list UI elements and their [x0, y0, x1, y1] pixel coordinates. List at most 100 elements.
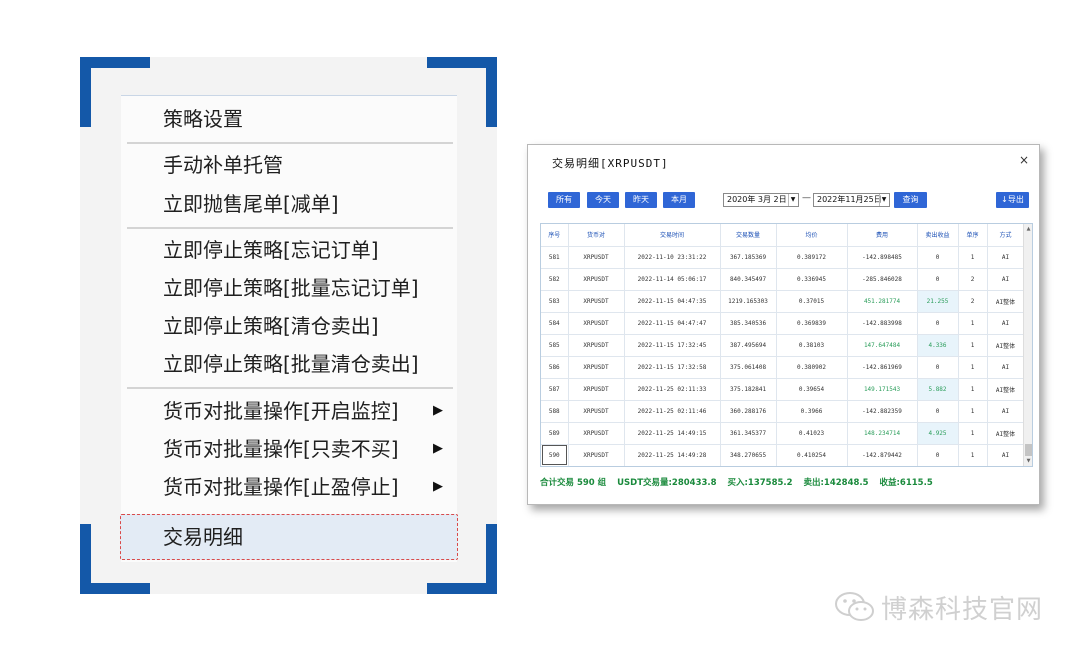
table-cell: 451.281774: [847, 290, 918, 313]
submenu-arrow-icon: ▶: [433, 403, 443, 418]
table-cell: 375.182841: [720, 378, 777, 401]
menu-separator: [127, 387, 453, 389]
table-cell: 360.288176: [720, 400, 777, 423]
menu-item-sell-tail[interactable]: 立即抛售尾单[减单]: [121, 186, 457, 222]
scroll-down-icon[interactable]: ▼: [1024, 458, 1032, 464]
date-to-value: 2022年11月25日: [817, 195, 882, 204]
table-cell: XRPUSDT: [568, 378, 625, 401]
table-cell: 0: [917, 312, 959, 335]
table-cell: -142.879442: [847, 444, 918, 466]
column-header[interactable]: 卖出收益: [917, 224, 959, 247]
table-cell: 1: [958, 356, 988, 379]
query-button[interactable]: 查询: [894, 192, 927, 208]
table-cell: XRPUSDT: [568, 334, 625, 357]
table-cell: 0.389172: [776, 246, 848, 269]
summary-volume: USDT交易量:280433.8: [617, 478, 717, 488]
scroll-thumb[interactable]: [1025, 444, 1032, 456]
menu-item-label: 策略设置: [163, 107, 243, 131]
menu-item-label: 货币对批量操作[只卖不买]: [163, 437, 399, 461]
table-cell: 2: [958, 268, 988, 291]
date-separator: —: [802, 193, 811, 203]
filter-today-button[interactable]: 今天: [587, 192, 619, 208]
table-cell: 375.061408: [720, 356, 777, 379]
menu-item-stop-batch-clear[interactable]: 立即停止策略[批量清仓卖出]: [121, 346, 457, 382]
close-icon[interactable]: ×: [1019, 153, 1029, 167]
filter-yesterday-button[interactable]: 昨天: [625, 192, 657, 208]
table-row[interactable]: 588 XRPUSDT 2022-11-25 02:11:46 360.288176 0…: [541, 400, 1025, 423]
table-cell: AI整体: [987, 422, 1025, 445]
chevron-down-icon: ▼: [879, 194, 888, 206]
table-cell: AI整体: [987, 334, 1025, 357]
table-cell: AI: [987, 400, 1025, 423]
export-button[interactable]: ↓导出: [996, 192, 1029, 208]
table-cell: XRPUSDT: [568, 444, 625, 466]
menu-item-label: 货币对批量操作[止盈停止]: [163, 475, 399, 499]
table-cell: 583: [541, 290, 569, 313]
column-header[interactable]: 单序: [958, 224, 988, 247]
table-cell: 589: [541, 422, 569, 445]
column-header[interactable]: 交易数量: [720, 224, 777, 247]
context-menu: 策略设置 手动补单托管 立即抛售尾单[减单] 立即停止策略[忘记订单] 立即停止…: [120, 95, 458, 562]
table-cell: 4.336: [917, 334, 959, 357]
menu-item-strategy-settings[interactable]: 策略设置: [121, 101, 457, 137]
menu-item-batch-monitor[interactable]: 货币对批量操作[开启监控] ▶: [121, 393, 457, 429]
table-row[interactable]: 584 XRPUSDT 2022-11-15 04:47:47 385.340536 0…: [541, 312, 1025, 335]
table-cell: 385.340536: [720, 312, 777, 335]
table-row[interactable]: 585 XRPUSDT 2022-11-15 17:32:45 387.495694 0…: [541, 334, 1025, 357]
table-cell: 2022-11-25 14:49:28: [624, 444, 721, 466]
column-header[interactable]: 方式: [987, 224, 1025, 247]
table-cell: 387.495694: [720, 334, 777, 357]
table-cell: 1: [958, 378, 988, 401]
menu-item-stop-batch-forget[interactable]: 立即停止策略[批量忘记订单]: [121, 270, 457, 306]
column-header[interactable]: 货币对: [568, 224, 625, 247]
table-cell: 0.39654: [776, 378, 848, 401]
filter-month-button[interactable]: 本月: [663, 192, 695, 208]
table-cell: 2022-11-25 14:49:15: [624, 422, 721, 445]
column-header[interactable]: 费用: [847, 224, 918, 247]
trade-details-dialog: 交易明细[XRPUSDT] × 所有 今天 昨天 本月 2020年 3月 2日 ▼…: [527, 144, 1040, 505]
scroll-up-icon[interactable]: ▲: [1024, 226, 1032, 232]
table-cell: XRPUSDT: [568, 268, 625, 291]
menu-item-stop-clear[interactable]: 立即停止策略[清仓卖出]: [121, 308, 457, 344]
column-header[interactable]: 均价: [776, 224, 848, 247]
table-cell: 361.345377: [720, 422, 777, 445]
menu-item-manual-order[interactable]: 手动补单托管: [121, 147, 457, 183]
column-header[interactable]: 序号: [541, 224, 569, 247]
table-row[interactable]: 586 XRPUSDT 2022-11-15 17:32:58 375.061408 0…: [541, 356, 1025, 379]
menu-item-trade-details[interactable]: 交易明细: [120, 514, 458, 560]
table-cell: 149.171543: [847, 378, 918, 401]
date-from-select[interactable]: 2020年 3月 2日 ▼: [723, 193, 799, 207]
table-cell: 1: [958, 246, 988, 269]
table-cell: 1: [958, 400, 988, 423]
table-cell: 581: [541, 246, 569, 269]
table-cell: 587: [541, 378, 569, 401]
date-to-select[interactable]: 2022年11月25日 ▼: [813, 193, 890, 207]
vertical-scrollbar[interactable]: ▲ ▼: [1023, 224, 1032, 466]
table-row[interactable]: 581 XRPUSDT 2022-11-10 23:31:22 367.185369 0…: [541, 246, 1025, 269]
menu-item-label: 立即停止策略[批量清仓卖出]: [163, 352, 419, 376]
table-row[interactable]: 582 XRPUSDT 2022-11-14 05:06:17 840.345497 0…: [541, 268, 1025, 291]
table-cell: 0.41023: [776, 422, 848, 445]
menu-item-batch-sell-only[interactable]: 货币对批量操作[只卖不买] ▶: [121, 431, 457, 467]
table-cell: 0.37015: [776, 290, 848, 313]
filter-all-button[interactable]: 所有: [548, 192, 580, 208]
table-cell: AI整体: [987, 290, 1025, 313]
dialog-title: 交易明细[XRPUSDT]: [552, 157, 669, 170]
table-cell: AI: [987, 246, 1025, 269]
menu-item-stop-forget[interactable]: 立即停止策略[忘记订单]: [121, 232, 457, 268]
table-cell: XRPUSDT: [568, 422, 625, 445]
table-cell: 367.185369: [720, 246, 777, 269]
table-cell: AI: [987, 356, 1025, 379]
menu-item-batch-take-profit[interactable]: 货币对批量操作[止盈停止] ▶: [121, 469, 457, 505]
table-cell: 584: [541, 312, 569, 335]
table-cell: -142.883998: [847, 312, 918, 335]
table-row[interactable]: 590 XRPUSDT 2022-11-25 14:49:28 348.270655 0…: [541, 444, 1025, 466]
table-row[interactable]: 583 XRPUSDT 2022-11-15 04:47:35 1219.165303…: [541, 290, 1025, 313]
table-cell: 582: [541, 268, 569, 291]
watermark: 博森科技官网: [833, 587, 1043, 627]
table-row[interactable]: 589 XRPUSDT 2022-11-25 14:49:15 361.345377 0…: [541, 422, 1025, 445]
table-row[interactable]: 587 XRPUSDT 2022-11-25 02:11:33 375.182841 0…: [541, 378, 1025, 401]
column-header[interactable]: 交易时间: [624, 224, 721, 247]
table-cell: 2: [958, 290, 988, 313]
chevron-down-icon: ▼: [788, 194, 797, 206]
